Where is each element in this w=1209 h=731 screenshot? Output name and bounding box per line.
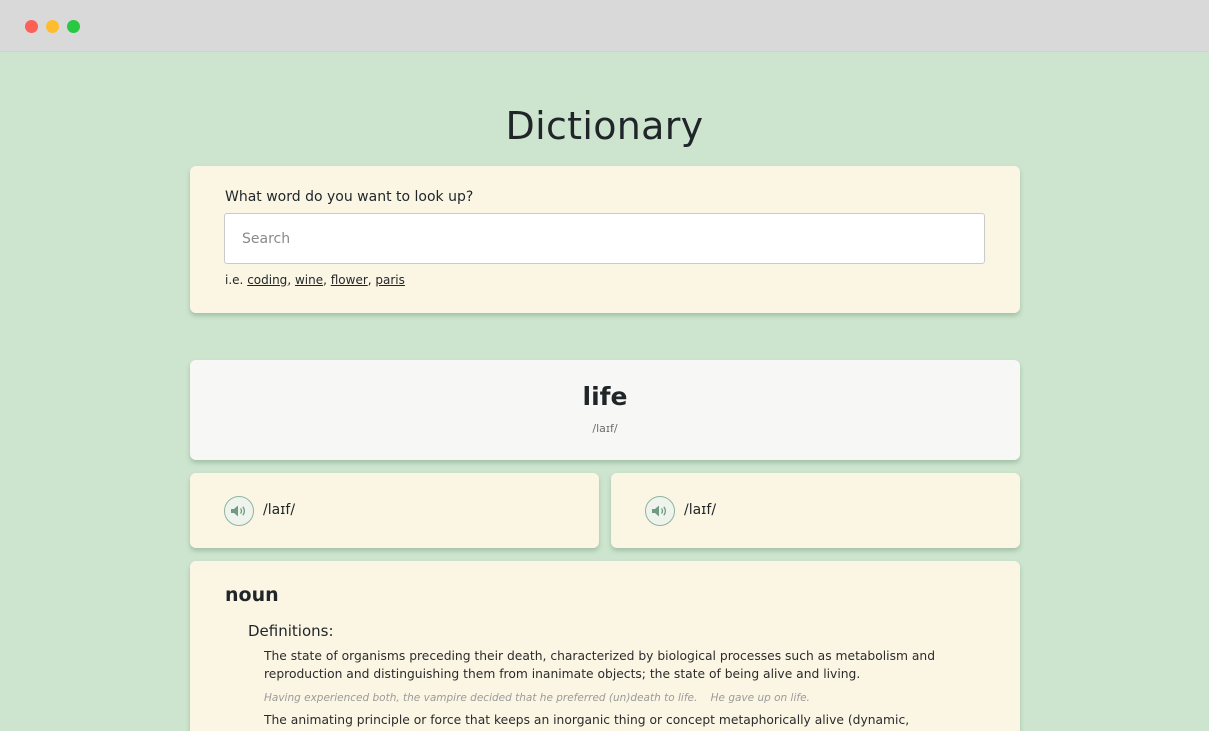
part-of-speech: noun [225,584,279,606]
word-header-card: life /laɪf/ [190,360,1020,460]
result-phonetic: /laɪf/ [592,422,618,435]
definitions-list: The state of organisms preceding their d… [264,647,964,731]
minimize-window-button[interactable] [46,20,59,33]
phonetic-card: /laɪf/ [611,473,1020,548]
search-input[interactable] [224,213,985,264]
page-title: Dictionary [505,104,704,148]
maximize-window-button[interactable] [67,20,80,33]
play-audio-button[interactable] [645,496,675,526]
examples-prefix: i.e. [225,273,244,287]
example-link-wine[interactable]: wine [295,273,323,287]
phonetic-card: /laɪf/ [190,473,599,548]
search-card: What word do you want to look up? i.e. c… [190,166,1020,313]
search-examples: i.e. coding, wine, flower, paris [225,273,405,287]
window-titlebar [0,0,1209,52]
meaning-card: noun Definitions: The state of organisms… [190,561,1020,731]
example-link-flower[interactable]: flower [331,273,368,287]
definition-text: The state of organisms preceding their d… [264,649,936,681]
search-label: What word do you want to look up? [225,189,474,205]
speaker-icon [652,505,667,517]
example-link-paris[interactable]: paris [375,273,405,287]
definition-text: The animating principle or force that ke… [264,713,910,727]
phonetic-text: /laɪf/ [684,502,717,518]
definition-example: Having experienced both, the vampire dec… [264,692,810,704]
play-audio-button[interactable] [224,496,254,526]
result-word: life [582,382,628,411]
close-window-button[interactable] [25,20,38,33]
definitions-heading: Definitions: [248,622,334,640]
phonetic-text: /laɪf/ [263,502,296,518]
example-link-coding[interactable]: coding [247,273,287,287]
speaker-icon [231,505,246,517]
